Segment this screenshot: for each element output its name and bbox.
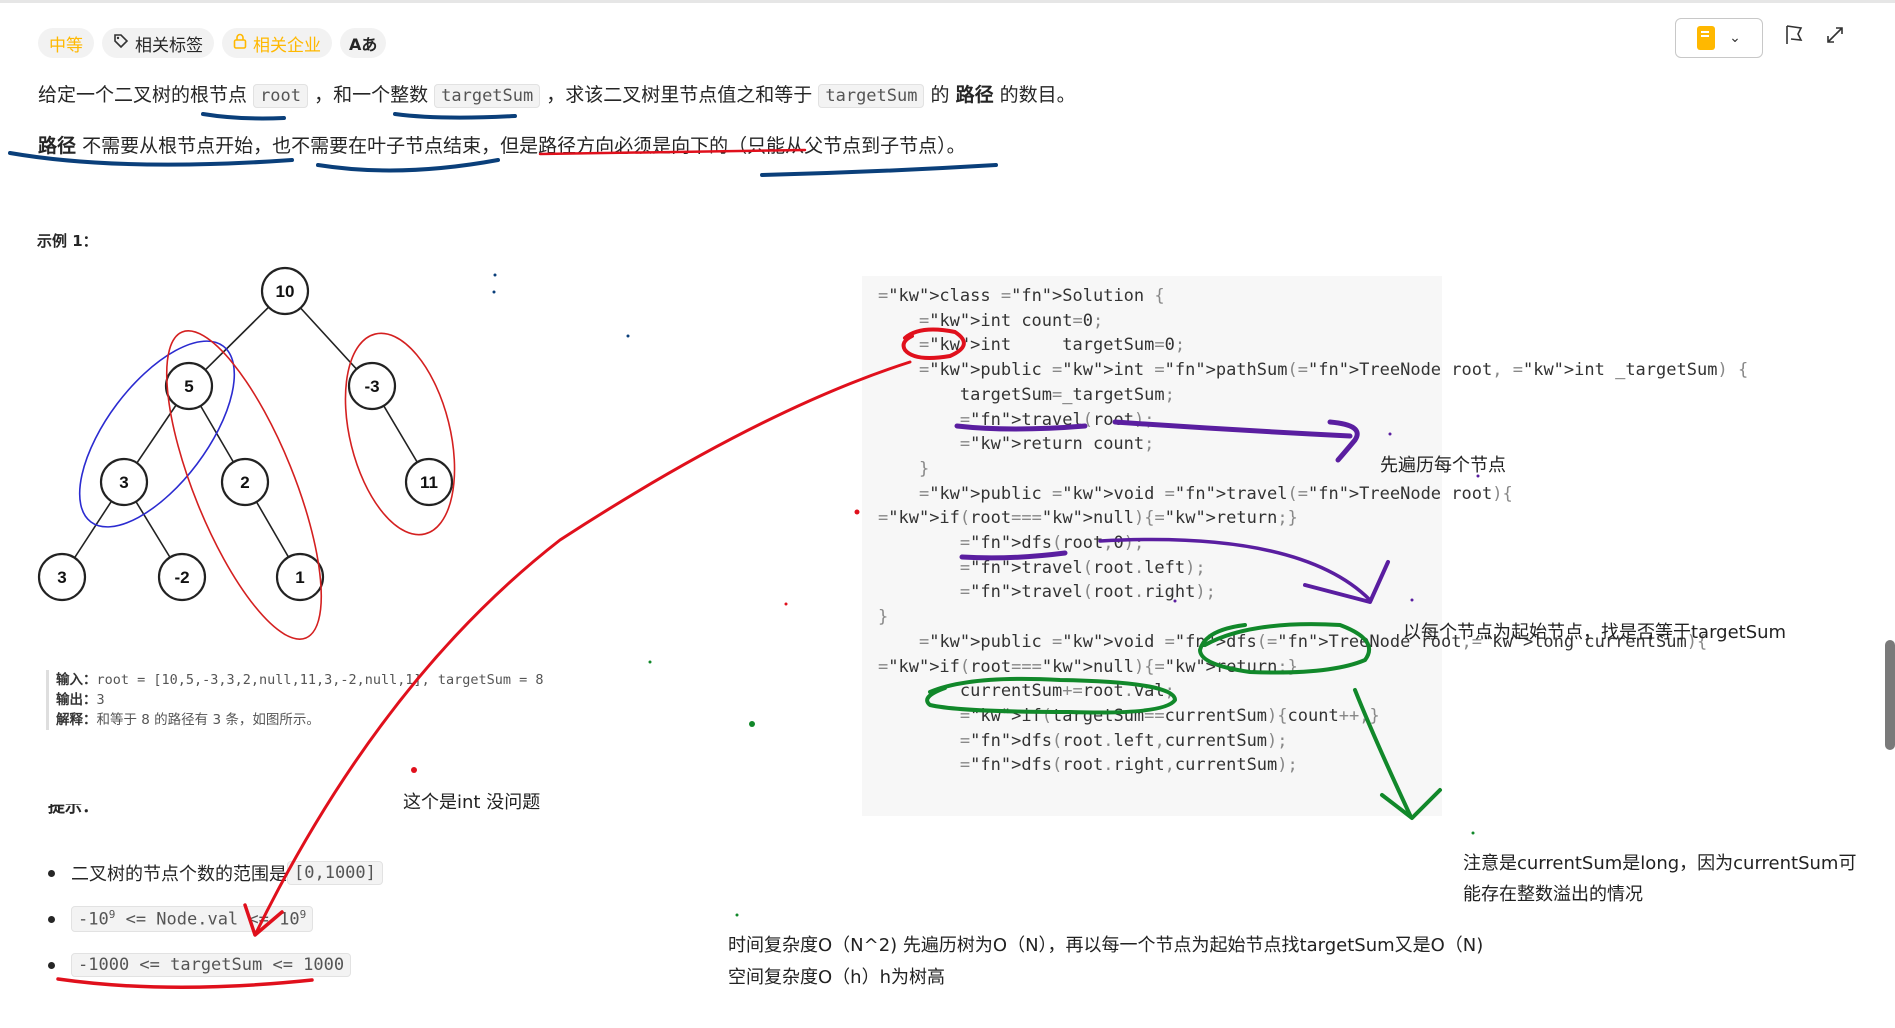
arrow-purple bbox=[1112, 419, 1353, 439]
annotation-long-2: 能存在整数溢出的情况 bbox=[1463, 884, 1643, 905]
annotation-time-complexity: 时间复杂度O（N^2) 先遍历树为O（N），再以每一个节点为起始节点找targe… bbox=[728, 935, 1484, 956]
annotation-long-1: 注意是currentSum是long，因为currentSum可 bbox=[1463, 853, 1857, 874]
annotation-traverse: 先遍历每个节点 bbox=[1380, 455, 1506, 476]
circle-red bbox=[901, 327, 966, 360]
annotation-space-complexity: 空间复杂度O（h）h为树高 bbox=[728, 967, 945, 988]
underline-purple bbox=[959, 550, 1068, 561]
scrollbar-thumb[interactable] bbox=[1885, 640, 1895, 750]
arrow-red bbox=[253, 360, 912, 937]
underline-blue bbox=[316, 158, 500, 173]
annotation-int-ok: 这个是int 没问题 bbox=[403, 792, 541, 813]
underline-blue bbox=[201, 112, 286, 121]
underline-purple bbox=[954, 423, 1088, 432]
circle-green bbox=[1198, 622, 1372, 675]
circle-green bbox=[925, 676, 1177, 715]
underline-red bbox=[56, 977, 314, 989]
annotation-each-start: 以每个节点为起始节点，找是否等于targetSum bbox=[1403, 622, 1787, 643]
underline-blue bbox=[8, 151, 294, 167]
underline-blue bbox=[760, 163, 998, 177]
underline-red bbox=[538, 148, 807, 156]
underline-blue bbox=[393, 112, 517, 120]
arrowhead-purple bbox=[1327, 419, 1360, 463]
stray-dots bbox=[411, 273, 1480, 917]
